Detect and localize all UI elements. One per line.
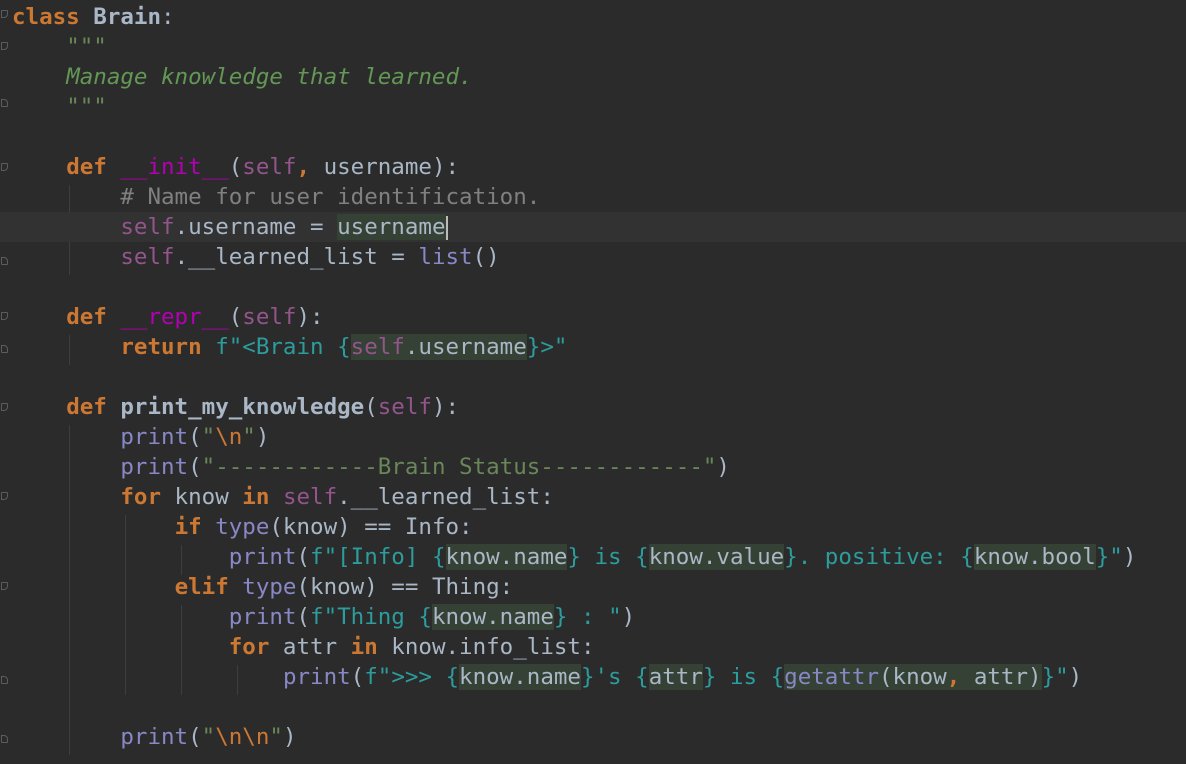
code-text: self.username = username — [120, 214, 448, 240]
code-line[interactable]: # Name for user identification. — [0, 182, 1186, 212]
code-text: elif type(know) == Thing: — [174, 574, 514, 600]
code-text: """ — [66, 34, 107, 60]
code-editor[interactable]: class Brain: """ Manage knowledge that l… — [0, 0, 1186, 764]
code-text: if type(know) == Info: — [174, 514, 473, 540]
code-text: print(f"[Info] {know.name} is {know.valu… — [228, 544, 1137, 570]
code-line[interactable]: """ — [0, 32, 1186, 62]
code-text: def __init__(self, username): — [66, 154, 460, 180]
code-line[interactable]: if type(know) == Info: — [0, 512, 1186, 542]
code-text: for know in self.__learned_list: — [120, 484, 554, 510]
code-line[interactable]: print("------------Brain Status---------… — [0, 452, 1186, 482]
code-line[interactable] — [0, 692, 1186, 722]
code-line[interactable]: def __init__(self, username): — [0, 152, 1186, 182]
code-line[interactable]: for know in self.__learned_list: — [0, 482, 1186, 512]
code-text: class Brain: — [12, 4, 175, 30]
code-line[interactable]: for attr in know.info_list: — [0, 632, 1186, 662]
code-line[interactable]: return f"<Brain {self.username}>" — [0, 332, 1186, 362]
code-line[interactable]: def __repr__(self): — [0, 302, 1186, 332]
code-text: def print_my_knowledge(self): — [66, 394, 460, 420]
code-text: print("\n\n") — [120, 724, 297, 750]
code-line[interactable]: print("\n\n") — [0, 722, 1186, 752]
code-text: """ — [66, 94, 107, 120]
code-text: # Name for user identification. — [120, 184, 541, 210]
code-line[interactable] — [0, 122, 1186, 152]
code-text: print("\n") — [120, 424, 270, 450]
code-line[interactable]: print(f"[Info] {know.name} is {know.valu… — [0, 542, 1186, 572]
code-text: print(f">>> {know.name}'s {attr} is {get… — [282, 664, 1083, 690]
code-line[interactable] — [0, 362, 1186, 392]
code-text: Manage knowledge that learned. — [66, 64, 473, 90]
code-text: print(f"Thing {know.name} : ") — [228, 604, 636, 630]
code-text: def __repr__(self): — [66, 304, 324, 330]
code-line[interactable]: self.username = username — [0, 212, 1186, 242]
code-line[interactable]: class Brain: — [0, 2, 1186, 32]
code-line[interactable]: print("\n") — [0, 422, 1186, 452]
code-line[interactable]: self.__learned_list = list() — [0, 242, 1186, 272]
code-line[interactable]: print(f">>> {know.name}'s {attr} is {get… — [0, 662, 1186, 692]
code-text: return f"<Brain {self.username}>" — [120, 334, 568, 360]
code-line[interactable]: elif type(know) == Thing: — [0, 572, 1186, 602]
text-cursor — [445, 215, 448, 240]
code-line[interactable]: Manage knowledge that learned. — [0, 62, 1186, 92]
code-line[interactable] — [0, 272, 1186, 302]
code-line[interactable]: def print_my_knowledge(self): — [0, 392, 1186, 422]
code-line[interactable]: """ — [0, 92, 1186, 122]
code-text: self.__learned_list = list() — [120, 244, 500, 270]
code-text: for attr in know.info_list: — [228, 634, 595, 660]
code-text: print("------------Brain Status---------… — [120, 454, 730, 480]
code-line[interactable]: print(f"Thing {know.name} : ") — [0, 602, 1186, 632]
